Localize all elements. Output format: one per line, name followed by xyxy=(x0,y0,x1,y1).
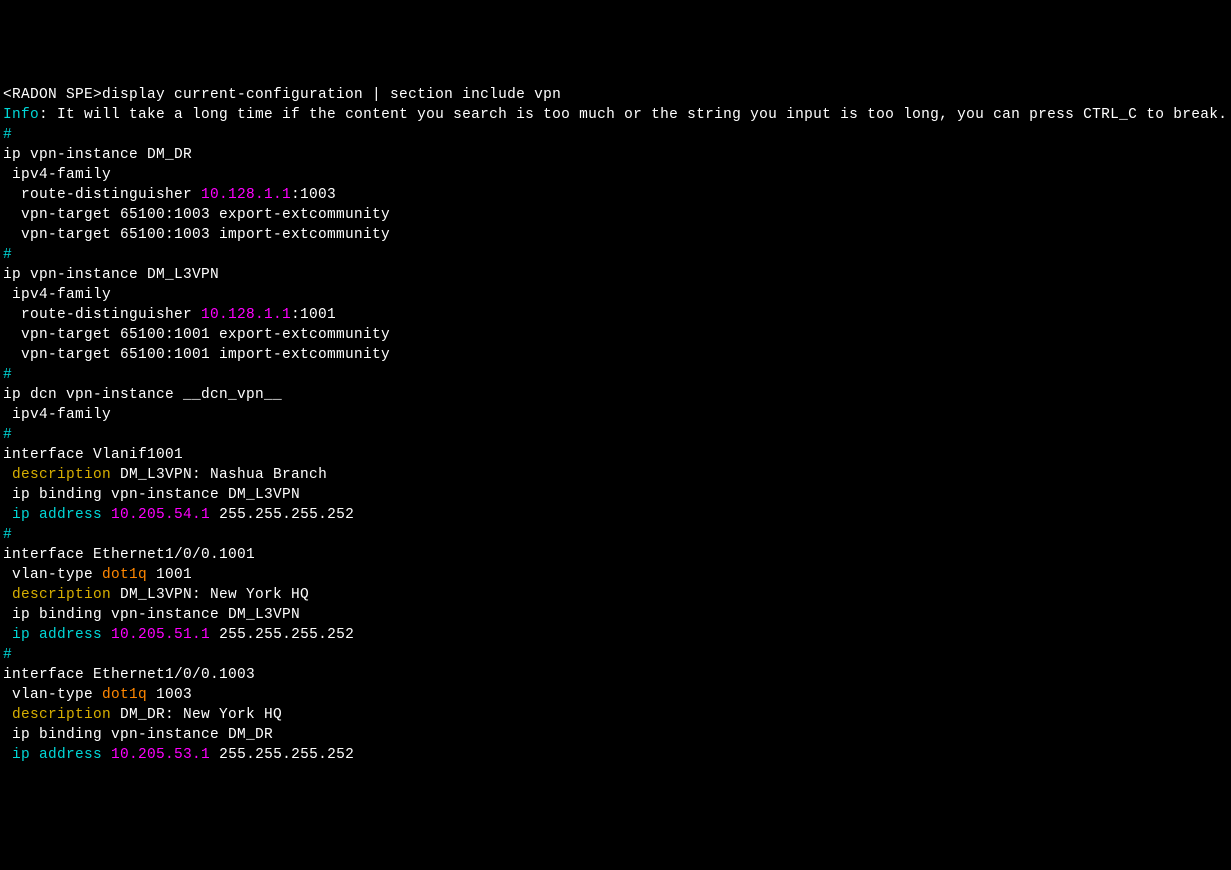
interface-eth1003: interface Ethernet1/0/0.1003 xyxy=(3,667,255,683)
ipv4-family: ipv4-family xyxy=(3,167,111,183)
route-distinguisher-label: route-distinguisher xyxy=(3,307,201,323)
ip-address-keyword: ip address xyxy=(12,747,102,763)
vpn-target-export: vpn-target 65100:1003 export-extcommunit… xyxy=(3,207,390,223)
netmask: 255.255.255.252 xyxy=(210,507,354,523)
description-keyword: description xyxy=(12,707,111,723)
vpn-target-import: vpn-target 65100:1001 import-extcommunit… xyxy=(3,347,390,363)
info-message: : It will take a long time if the conten… xyxy=(39,107,1227,123)
section-hash: # xyxy=(3,527,12,543)
ip-binding: ip binding vpn-instance DM_DR xyxy=(3,727,273,743)
vlan-id: 1003 xyxy=(147,687,192,703)
dot1q-keyword: dot1q xyxy=(102,687,147,703)
description-text: DM_L3VPN: New York HQ xyxy=(111,587,309,603)
rd-ip: 10.128.1.1 xyxy=(201,187,291,203)
section-hash: # xyxy=(3,247,12,263)
dcn-vpn-instance: ip dcn vpn-instance __dcn_vpn__ xyxy=(3,387,282,403)
rd-ip: 10.128.1.1 xyxy=(201,307,291,323)
rd-suffix: :1003 xyxy=(291,187,336,203)
ip-value: 10.205.53.1 xyxy=(111,747,210,763)
description-keyword: description xyxy=(12,467,111,483)
vpn-target-export: vpn-target 65100:1001 export-extcommunit… xyxy=(3,327,390,343)
interface-vlanif1001: interface Vlanif1001 xyxy=(3,447,183,463)
description-keyword: description xyxy=(12,587,111,603)
ip-value: 10.205.54.1 xyxy=(111,507,210,523)
section-hash: # xyxy=(3,647,12,663)
section-hash: # xyxy=(3,427,12,443)
vpn-target-import: vpn-target 65100:1003 import-extcommunit… xyxy=(3,227,390,243)
section-hash: # xyxy=(3,367,12,383)
route-distinguisher-label: route-distinguisher xyxy=(3,187,201,203)
interface-eth1001: interface Ethernet1/0/0.1001 xyxy=(3,547,255,563)
ipv4-family: ipv4-family xyxy=(3,287,111,303)
vpn-instance-dmdr: ip vpn-instance DM_DR xyxy=(3,147,192,163)
ip-address-keyword: ip address xyxy=(12,627,102,643)
dot1q-keyword: dot1q xyxy=(102,567,147,583)
ip-value: 10.205.51.1 xyxy=(111,627,210,643)
description-text: DM_L3VPN: Nashua Branch xyxy=(111,467,327,483)
netmask: 255.255.255.252 xyxy=(210,747,354,763)
ip-address-keyword: ip address xyxy=(12,507,102,523)
ipv4-family: ipv4-family xyxy=(3,407,111,423)
ip-binding: ip binding vpn-instance DM_L3VPN xyxy=(3,487,300,503)
rd-suffix: :1001 xyxy=(291,307,336,323)
terminal-output: <RADON SPE>display current-configuration… xyxy=(3,85,1228,765)
description-text: DM_DR: New York HQ xyxy=(111,707,282,723)
ip-binding: ip binding vpn-instance DM_L3VPN xyxy=(3,607,300,623)
section-hash: # xyxy=(3,127,12,143)
vpn-instance-dml3vpn: ip vpn-instance DM_L3VPN xyxy=(3,267,219,283)
netmask: 255.255.255.252 xyxy=(210,627,354,643)
vlan-id: 1001 xyxy=(147,567,192,583)
info-label: Info xyxy=(3,107,39,123)
command-prompt[interactable]: <RADON SPE>display current-configuration… xyxy=(3,87,561,103)
